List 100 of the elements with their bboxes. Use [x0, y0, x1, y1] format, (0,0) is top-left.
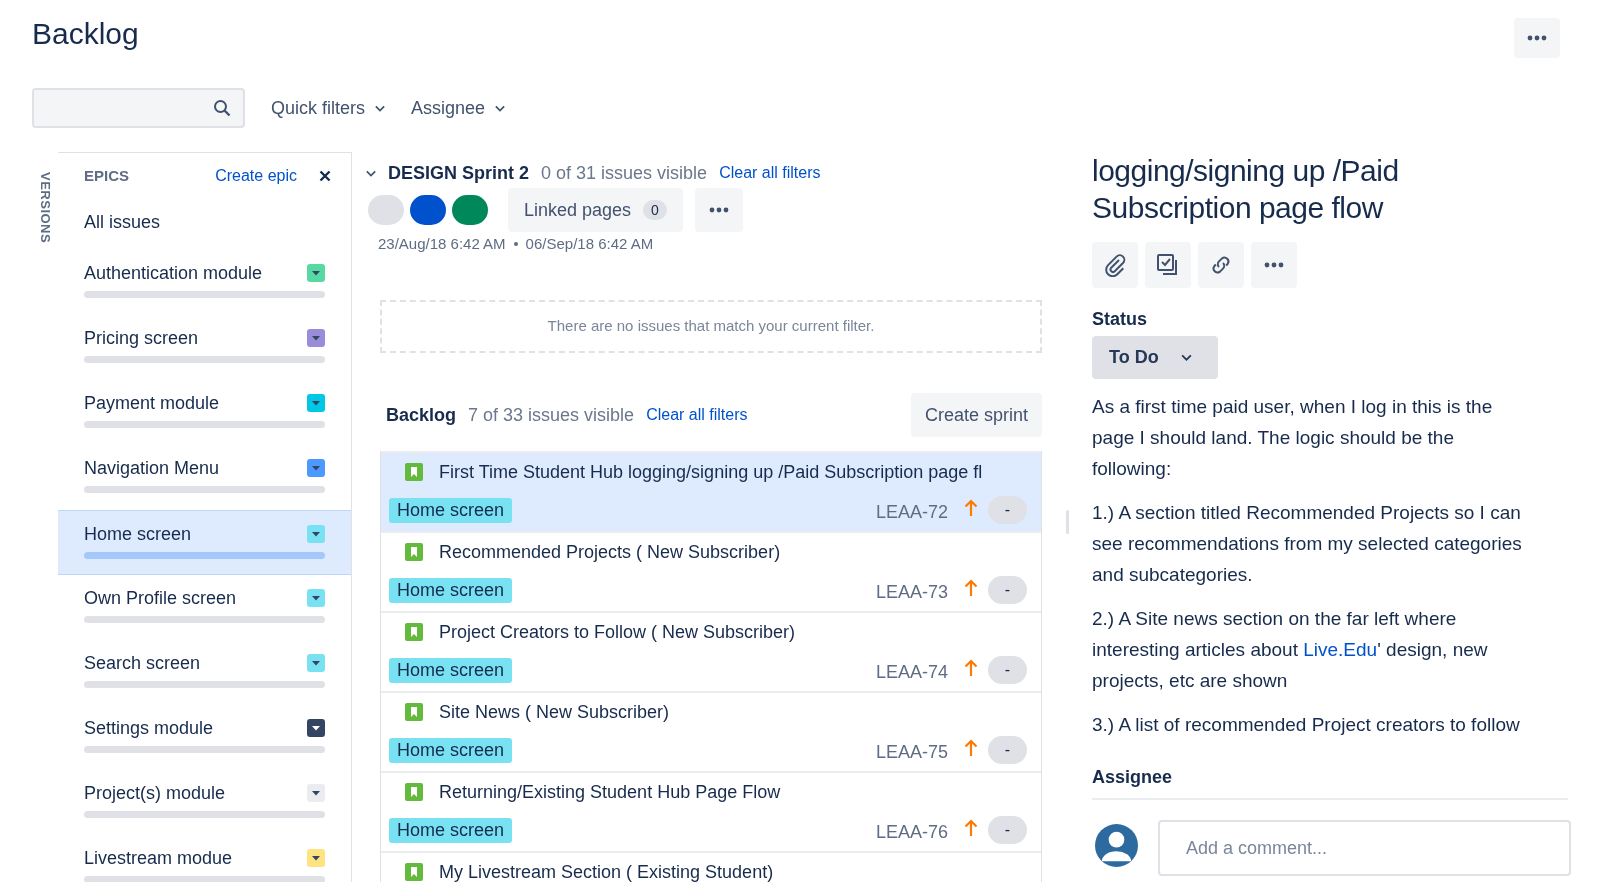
description-paragraph: 3.) A list of recommended Project creators to follow — [1092, 713, 1521, 737]
epic-list-item[interactable]: Settings module — [58, 705, 351, 770]
more-icon — [1527, 35, 1547, 41]
epic-color-icon[interactable] — [307, 525, 325, 543]
epic-color-icon[interactable] — [307, 459, 325, 477]
description-paragraph: 2.) A Site news section on the far left where interesting articles about Live.Edu' design, new projects, etc are shown — [1092, 607, 1489, 693]
chevron-down-icon — [1180, 354, 1192, 361]
toolbar-button[interactable] — [1198, 242, 1244, 288]
filter-dropdown[interactable]: Assignee — [411, 88, 506, 128]
priority-arrow-icon — [964, 579, 978, 597]
epic-color-icon[interactable] — [307, 329, 325, 347]
epic-name: Pricing screen — [84, 327, 199, 349]
field-label: Assignee — [1092, 766, 1568, 800]
more-button[interactable] — [1514, 18, 1560, 58]
status-dropdown[interactable]: To Do — [1092, 336, 1218, 379]
epic-list-item[interactable]: Payment module — [58, 380, 351, 445]
avatar-icon — [1095, 824, 1138, 867]
estimate-badge: - — [988, 656, 1027, 684]
estimate-badge: - — [988, 816, 1027, 844]
epic-label: Home screen — [389, 657, 513, 683]
epic-name: Authentication module — [84, 262, 263, 284]
description-paragraph: As a first time paid user, when I log in this is the page I should land. The logic should be the following: — [1092, 395, 1494, 481]
epic-name: Own Profile screen — [84, 587, 237, 609]
search-field[interactable] — [32, 88, 245, 128]
chevron-down-icon — [495, 104, 506, 112]
epic-color-icon[interactable] — [307, 264, 325, 282]
issue-count: 0 of 31 issues visible — [541, 161, 708, 185]
bookmark-icon — [405, 623, 423, 641]
create-sprint-button[interactable]: Create sprint — [910, 393, 1042, 437]
epic-label: Home screen — [389, 497, 513, 523]
toolbar-button[interactable] — [1251, 242, 1297, 288]
estimate-badge: - — [988, 496, 1027, 524]
sprint-start-date: 23/Aug/18 6:42 AM — [378, 233, 506, 254]
issue-key: LEAA-74 — [875, 658, 948, 686]
description-paragraph: 1.) A section titled Recommended Projects so I can see recommendations from my selected categories and subcategories. — [1092, 501, 1523, 587]
epic-name: Livestream modue — [84, 847, 233, 869]
epic-name: Settings module — [84, 717, 214, 739]
page-title: Backlog — [32, 16, 139, 52]
issue-summary: Returning/Existing Student Hub Page Flow — [439, 780, 781, 804]
issue-key: LEAA-72 — [875, 498, 948, 526]
more-icon — [1264, 262, 1284, 268]
comment-field[interactable]: Add a comment... — [1158, 820, 1571, 876]
toolbar-button[interactable] — [1092, 242, 1138, 288]
epic-color-icon[interactable] — [307, 849, 325, 867]
sprint-name: DESIGN Sprint 2 — [388, 161, 530, 185]
epic-name: Home screen — [84, 523, 192, 545]
epic-color-icon[interactable] — [307, 589, 325, 607]
search-icon — [213, 99, 231, 117]
epic-color-icon[interactable] — [307, 394, 325, 412]
epic-list-item[interactable]: Search screen — [58, 640, 351, 705]
epic-list-item[interactable]: Livestream modue — [58, 835, 351, 882]
epic-list-item[interactable]: Navigation Menu — [58, 445, 351, 510]
empty-message: There are no issues that match your current filter. — [547, 316, 875, 337]
inline-link[interactable]: Live.Edu — [1303, 639, 1378, 660]
issue-summary: Recommended Projects ( New Subscriber) — [439, 540, 781, 564]
priority-arrow-icon — [964, 819, 978, 837]
issue-row[interactable]: First Time Student Hub logging/signing up /Paid Subscription page fl Home screen LEAA-72 - — [381, 451, 1041, 531]
priority-arrow-icon — [964, 499, 978, 517]
epic-list-item[interactable]: Project(s) module — [58, 770, 351, 835]
toolbar-button[interactable] — [1145, 242, 1191, 288]
close-icon[interactable] — [319, 170, 331, 182]
issue-key: LEAA-76 — [875, 818, 948, 846]
issue-summary: My Livestream Section ( Existing Student) — [439, 860, 774, 882]
issue-key: LEAA-73 — [875, 578, 948, 606]
linked-pages-button[interactable]: Linked pages 0 — [508, 188, 683, 232]
epic-list-item[interactable]: Pricing screen — [58, 315, 351, 380]
issue-key: LEAA-75 — [875, 738, 948, 766]
epic-name: Project(s) module — [84, 782, 226, 804]
epic-list-item[interactable]: Home screen — [58, 510, 351, 575]
chevron-down-icon — [375, 104, 386, 112]
collapse-chevron-icon[interactable] — [366, 169, 376, 177]
checklist-icon — [1156, 253, 1180, 277]
epic-color-icon[interactable] — [307, 719, 325, 737]
more-button[interactable] — [694, 188, 743, 232]
create-epic-link[interactable]: Create epic — [215, 164, 297, 188]
issue-summary: Site News ( New Subscriber) — [439, 700, 670, 724]
epic-label: Home screen — [389, 817, 513, 843]
epic-color-icon[interactable] — [307, 784, 325, 802]
bookmark-icon — [405, 463, 423, 481]
sprint-end-date: 06/Sep/18 6:42 AM — [525, 233, 654, 254]
versions-tab[interactable]: VERSIONS — [37, 172, 53, 244]
clear-filters-link[interactable]: Clear all filters — [646, 403, 748, 427]
resize-handle[interactable] — [1065, 510, 1069, 534]
epic-label: Home screen — [389, 737, 513, 763]
bookmark-icon — [405, 543, 423, 561]
epic-color-icon[interactable] — [307, 654, 325, 672]
more-icon — [708, 207, 729, 213]
bookmark-icon — [405, 703, 423, 721]
bookmark-icon — [405, 863, 423, 881]
estimate-badge: - — [988, 736, 1027, 764]
clear-filters-link[interactable]: Clear all filters — [719, 161, 821, 185]
issue-summary: Project Creators to Follow ( New Subscriber) — [439, 620, 796, 644]
priority-arrow-icon — [964, 739, 978, 757]
issue-row[interactable]: My Livestream Section ( Existing Student) — [381, 851, 1041, 882]
epic-list-item[interactable]: Own Profile screen — [58, 575, 351, 640]
epic-list-item[interactable]: Authentication module — [58, 250, 351, 315]
epic-list-item[interactable]: All issues — [58, 195, 351, 250]
priority-arrow-icon — [964, 659, 978, 677]
filter-dropdown[interactable]: Quick filters — [271, 88, 386, 128]
estimate-badge: - — [988, 576, 1027, 604]
